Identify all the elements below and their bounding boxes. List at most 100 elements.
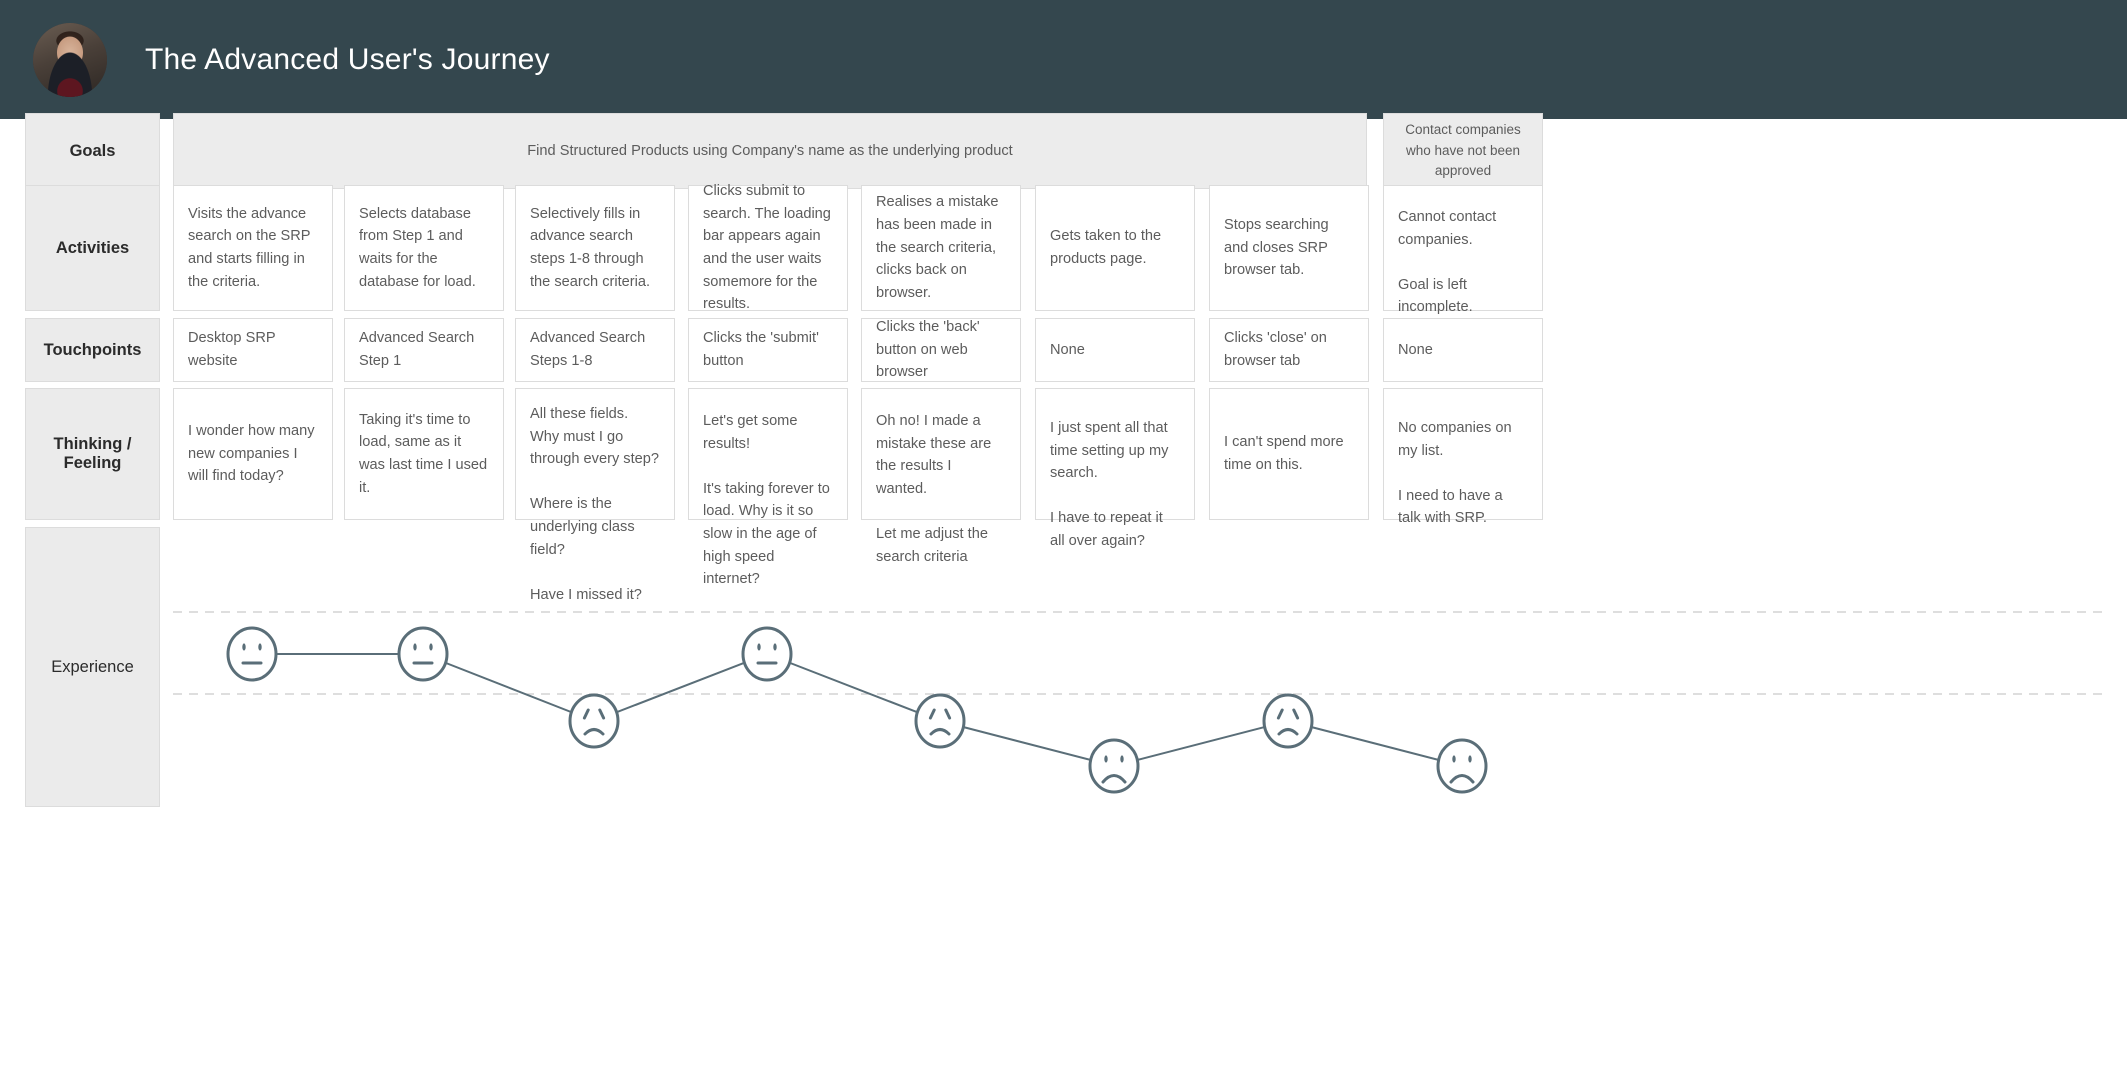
- experience-face-sad[interactable]: [568, 693, 620, 749]
- face-eye: [928, 708, 936, 720]
- face-eye: [598, 708, 606, 720]
- thinking-feeling-text: All these fields. Why must I go through …: [530, 406, 659, 603]
- face-mouth: [929, 728, 951, 736]
- touchpoint-cell[interactable]: Clicks the 'submit' button: [688, 318, 848, 382]
- activity-text: Realises a mistake has been made in the …: [876, 194, 999, 301]
- experience-face-neutral[interactable]: [397, 626, 449, 682]
- face-eye: [1104, 755, 1108, 763]
- face-outline: [1262, 693, 1314, 749]
- activity-text: Gets taken to the products page.: [1050, 228, 1162, 267]
- activity-text: Visits the advance search on the SRP and…: [188, 205, 311, 290]
- activity-text: Cannot contact companies. Goal is left i…: [1398, 209, 1497, 316]
- activity-cell[interactable]: Stops searching and closes SRP browser t…: [1209, 185, 1369, 311]
- face-outline: [1088, 738, 1140, 794]
- touchpoint-cell[interactable]: Advanced Search Steps 1-8: [515, 318, 675, 382]
- touchpoint-text: Advanced Search Step 1: [359, 330, 475, 369]
- activity-cell[interactable]: Visits the advance search on the SRP and…: [173, 185, 333, 311]
- activity-cell[interactable]: Selects database from Step 1 and waits f…: [344, 185, 504, 311]
- activity-cell[interactable]: Selectively fills in advance search step…: [515, 185, 675, 311]
- touchpoint-cell[interactable]: Desktop SRP website: [173, 318, 333, 382]
- touchpoint-cell[interactable]: Clicks the 'back' button on web browser: [861, 318, 1021, 382]
- experience-line-segment: [593, 653, 768, 722]
- thinking-feeling-cell[interactable]: No companies on my list. I need to have …: [1383, 388, 1543, 526]
- thinking-feeling-cell[interactable]: Let's get some results! It's taking fore…: [688, 388, 848, 587]
- face-mouth: [1101, 774, 1127, 784]
- touchpoint-text: Clicks the 'back' button on web browser: [876, 319, 980, 381]
- page-title: The Advanced User's Journey: [145, 42, 550, 76]
- face-outline: [914, 693, 966, 749]
- face-eye: [1452, 755, 1456, 763]
- journey-map-board: Goals Activities Touchpoints Thinking / …: [0, 113, 2127, 1069]
- touchpoint-cell[interactable]: None: [1035, 318, 1195, 382]
- thinking-feeling-text: Let's get some results! It's taking fore…: [703, 413, 830, 588]
- face-outline: [568, 693, 620, 749]
- face-eye: [413, 643, 417, 651]
- goal-cell-secondary[interactable]: Contact companies who have not been appr…: [1383, 113, 1543, 189]
- row-label-activities: Activities: [25, 185, 160, 311]
- experience-line-segment: [1113, 720, 1289, 767]
- activity-text: Selects database from Step 1 and waits f…: [359, 205, 476, 290]
- thinking-feeling-cell[interactable]: I wonder how many new companies I will f…: [173, 388, 333, 520]
- touchpoint-text: None: [1050, 341, 1085, 358]
- avatar-image: [33, 22, 107, 97]
- thinking-feeling-text: I just spent all that time setting up my…: [1050, 420, 1169, 550]
- experience-face-neutral[interactable]: [226, 626, 278, 682]
- touchpoint-cell[interactable]: Advanced Search Step 1: [344, 318, 504, 382]
- thinking-feeling-text: Oh no! I made a mistake these are the re…: [876, 413, 992, 565]
- thinking-feeling-text: I wonder how many new companies I will f…: [188, 423, 315, 485]
- row-label-thinking-feeling: Thinking / Feeling: [25, 388, 160, 520]
- face-eye: [242, 643, 246, 651]
- activity-cell[interactable]: Cannot contact companies. Goal is left i…: [1383, 185, 1543, 315]
- experience-line-segment: [766, 653, 941, 722]
- activity-text: Selectively fills in advance search step…: [530, 205, 651, 290]
- experience-face-neutral[interactable]: [741, 626, 793, 682]
- thinking-feeling-cell[interactable]: I can't spend more time on this.: [1209, 388, 1369, 520]
- face-eye: [944, 708, 952, 720]
- face-outline: [1436, 738, 1488, 794]
- face-eye: [429, 643, 433, 651]
- experience-face-sad[interactable]: [914, 693, 966, 749]
- thinking-feeling-text: I can't spend more time on this.: [1224, 434, 1344, 473]
- avatar: [33, 22, 107, 97]
- row-label-touchpoints: Touchpoints: [25, 318, 160, 382]
- face-mouth: [583, 728, 605, 736]
- face-eye: [1292, 708, 1300, 720]
- thinking-feeling-cell[interactable]: All these fields. Why must I go through …: [515, 388, 675, 603]
- activity-cell[interactable]: Gets taken to the products page.: [1035, 185, 1195, 311]
- goal-cell-primary[interactable]: Find Structured Products using Company's…: [173, 113, 1367, 189]
- activity-text: Stops searching and closes SRP browser t…: [1224, 217, 1329, 279]
- face-eye: [757, 643, 761, 651]
- experience-line-segment: [939, 720, 1115, 767]
- row-label-goals: Goals: [25, 113, 160, 189]
- touchpoint-text: Advanced Search Steps 1-8: [530, 330, 646, 369]
- touchpoint-text: None: [1398, 341, 1433, 358]
- experience-face-very-sad[interactable]: [1436, 738, 1488, 794]
- app-header: The Advanced User's Journey: [0, 0, 2127, 119]
- experience-line-segment: [1287, 720, 1463, 767]
- goal-text: Contact companies who have not been appr…: [1405, 121, 1521, 179]
- touchpoint-text: Desktop SRP website: [188, 330, 276, 369]
- experience-face-sad[interactable]: [1262, 693, 1314, 749]
- experience-line-segment: [422, 653, 595, 722]
- face-eye: [1120, 755, 1124, 763]
- touchpoint-cell[interactable]: None: [1383, 318, 1543, 382]
- activity-text: Clicks submit to search. The loading bar…: [703, 183, 831, 313]
- thinking-feeling-text: No companies on my list. I need to have …: [1398, 420, 1512, 527]
- face-eye: [773, 643, 777, 651]
- thinking-feeling-cell[interactable]: I just spent all that time setting up my…: [1035, 388, 1195, 549]
- activity-cell[interactable]: Clicks submit to search. The loading bar…: [688, 183, 848, 312]
- touchpoint-text: Clicks the 'submit' button: [703, 330, 819, 369]
- experience-face-very-sad[interactable]: [1088, 738, 1140, 794]
- face-eye: [582, 708, 590, 720]
- face-eye: [258, 643, 262, 651]
- thinking-feeling-text: Taking it's time to load, same as it was…: [359, 411, 488, 496]
- row-label-experience: Experience: [25, 527, 160, 807]
- thinking-feeling-cell[interactable]: Oh no! I made a mistake these are the re…: [861, 388, 1021, 565]
- face-outline: [226, 626, 278, 682]
- thinking-feeling-cell[interactable]: Taking it's time to load, same as it was…: [344, 388, 504, 520]
- touchpoint-cell[interactable]: Clicks 'close' on browser tab: [1209, 318, 1369, 382]
- face-mouth: [1277, 728, 1299, 736]
- activity-cell[interactable]: Realises a mistake has been made in the …: [861, 185, 1021, 311]
- face-eye: [1468, 755, 1472, 763]
- goal-text: Find Structured Products using Company's…: [527, 142, 1013, 159]
